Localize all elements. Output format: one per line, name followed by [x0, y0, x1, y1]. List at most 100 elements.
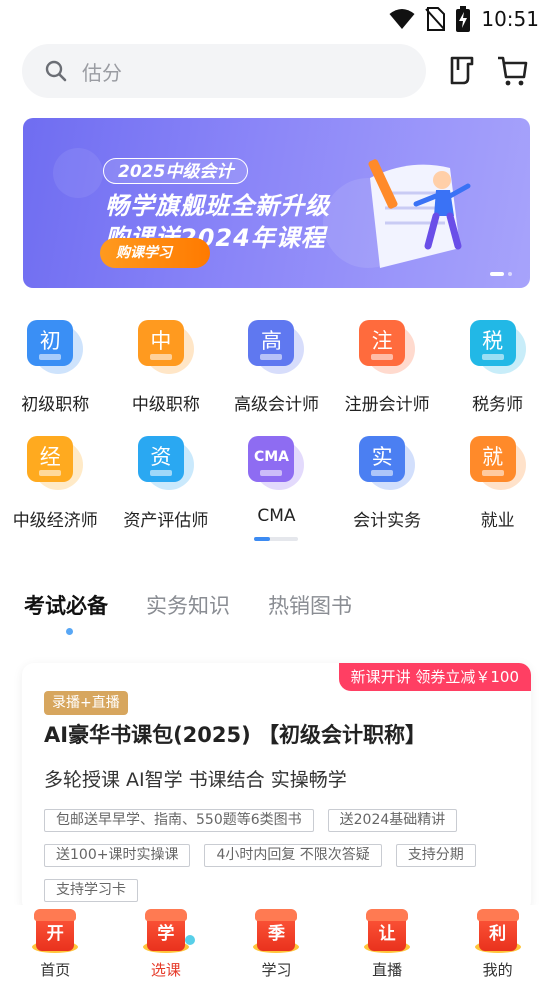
search-placeholder: 估分: [82, 60, 122, 85]
category-icon-deco: [371, 470, 394, 476]
banner-headline: 畅学旗舰班全新升级: [105, 192, 330, 220]
course-title: 录播+直播 AI豪华书课包(2025) 【初级会计职称】: [44, 687, 514, 751]
category-badge-icon: 就: [469, 436, 516, 482]
category-badge-icon: 资: [137, 436, 184, 482]
category-senior-accountant[interactable]: 高高级会计师: [221, 318, 332, 434]
feature-tag: 支持学习卡: [44, 879, 138, 902]
tab-active-indicator: [66, 628, 73, 635]
category-label: 就业: [480, 511, 515, 531]
category-cma[interactable]: CMA CMA: [221, 434, 332, 550]
course-type-tag: 录播+直播: [44, 691, 128, 715]
tab-practical-knowledge[interactable]: 实务知识: [146, 590, 230, 620]
tab-label: 热销图书: [268, 594, 352, 618]
course-title-text: AI豪华书课包(2025) 【初级会计职称】: [44, 723, 427, 747]
category-cpa[interactable]: 注注册会计师: [332, 318, 443, 434]
category-icon-deco: [260, 354, 283, 360]
red-envelope-icon: 开: [30, 909, 80, 957]
nav-label: 学习: [261, 961, 292, 979]
category-label: 税务师: [472, 395, 524, 415]
category-label: 初级职称: [21, 395, 90, 415]
category-label: 资产评估师: [123, 511, 209, 531]
category-junior-title[interactable]: 初初级职称: [0, 318, 111, 434]
category-badge-icon: 注: [359, 320, 406, 366]
category-label: 注册会计师: [344, 395, 430, 415]
nav-mine[interactable]: 利我的: [442, 905, 553, 983]
banner-decoration: [53, 148, 103, 198]
category-icon-deco: [149, 354, 172, 360]
category-char: 税: [482, 329, 504, 353]
category-char: 经: [39, 445, 61, 469]
cart-icon[interactable]: [492, 50, 532, 90]
banner-dot: [508, 272, 512, 276]
sparkle-icon: [184, 935, 195, 945]
banner-dot-active: [490, 272, 504, 276]
category-badge-icon: 经: [27, 436, 74, 482]
category-char: 中: [150, 329, 172, 353]
category-char: 注: [371, 329, 393, 353]
category-employment[interactable]: 就就业: [442, 434, 553, 550]
category-icon: 税: [468, 318, 528, 376]
category-icon: 资: [136, 434, 196, 492]
category-label: 中级经济师: [12, 511, 98, 531]
category-icon: 中: [136, 318, 196, 376]
nav-home[interactable]: 开首页: [0, 905, 111, 983]
no-sim-icon: [425, 7, 446, 31]
category-badge-icon: 中: [137, 320, 184, 366]
nav-live[interactable]: 让直播: [332, 905, 443, 983]
search-input[interactable]: 估分: [22, 44, 426, 98]
category-economist[interactable]: 经中级经济师: [0, 434, 111, 550]
category-badge-icon: 初: [27, 320, 74, 366]
nav-label: 首页: [40, 961, 71, 979]
nav-icon-char: 利: [489, 924, 507, 944]
course-subtitle: 多轮授课 AI智学 书课结合 实操畅学: [44, 769, 347, 791]
category-label: 会计实务: [353, 511, 422, 531]
red-envelope-icon: 学: [141, 909, 195, 957]
category-badge-icon: 实: [359, 436, 406, 482]
category-asset-appraiser[interactable]: 资资产评估师: [111, 434, 222, 550]
banner-buy-button[interactable]: 购课学习: [100, 238, 210, 268]
red-envelope-icon: 季: [251, 909, 301, 957]
category-icon: 就: [468, 434, 528, 492]
nav-courses[interactable]: 学选课: [111, 905, 222, 983]
category-accounting-practice[interactable]: 实会计实务: [332, 434, 443, 550]
category-char: 高: [260, 329, 282, 353]
tab-hot-books[interactable]: 热销图书: [268, 590, 352, 620]
nav-label: 我的: [482, 961, 513, 979]
status-time: 10:51: [481, 7, 539, 31]
feature-tag: 送100+课时实操课: [44, 844, 191, 867]
category-icon-deco: [39, 470, 62, 476]
category-row: 初初级职称中中级职称高高级会计师注注册会计师税税务师: [0, 318, 553, 434]
nav-label: 直播: [372, 961, 403, 979]
category-label: 高级会计师: [233, 395, 319, 415]
category-row: 经中级经济师资资产评估师 CMA CMA 实会计实务就就业: [0, 434, 553, 550]
course-card[interactable]: 新课开讲 领券立减￥100 录播+直播AI豪华书课包(2025) 【初级会计职称…: [22, 663, 531, 913]
nav-label: 选课: [150, 961, 181, 979]
nav-study[interactable]: 季学习: [221, 905, 332, 983]
category-icon: 注: [357, 318, 417, 376]
status-icons: 10:51: [389, 6, 539, 32]
category-label: 中级职称: [131, 395, 200, 415]
red-envelope-icon: 让: [362, 909, 412, 957]
promo-banner[interactable]: 2025中级会计 畅学旗舰班全新升级 购课送2024年课程 购课学习: [23, 118, 530, 288]
wifi-icon: [389, 9, 415, 29]
banner-pagination: [490, 272, 512, 276]
category-badge-icon: 高: [248, 320, 295, 366]
category-icon-deco: [39, 354, 62, 360]
category-char: 就: [482, 445, 504, 469]
study-illustration-icon: [368, 159, 471, 268]
course-features: 包邮送早早学、指南、550题等6类图书 送2024基础精讲 送100+课时实操课 4小…: [44, 809, 514, 902]
category-icon-deco: [371, 354, 394, 360]
category-icon: 经: [25, 434, 85, 492]
status-bar: 10:51: [0, 0, 553, 38]
tab-exam-essentials[interactable]: 考试必备: [24, 590, 108, 635]
feature-tag: 支持分期: [395, 844, 476, 867]
category-icon: 高: [246, 318, 306, 376]
nav-icon-char: 让: [378, 924, 396, 944]
bottom-nav: 开首页学选课季学习让直播利我的: [0, 905, 553, 983]
phone-icon[interactable]: [442, 50, 482, 90]
category-icon: 实: [357, 434, 417, 492]
category-intermediate-title[interactable]: 中中级职称: [111, 318, 222, 434]
feature-tag: 4小时内回复 不限次答疑: [204, 844, 382, 867]
category-tax-agent[interactable]: 税税务师: [442, 318, 553, 434]
category-pager: [254, 537, 298, 541]
